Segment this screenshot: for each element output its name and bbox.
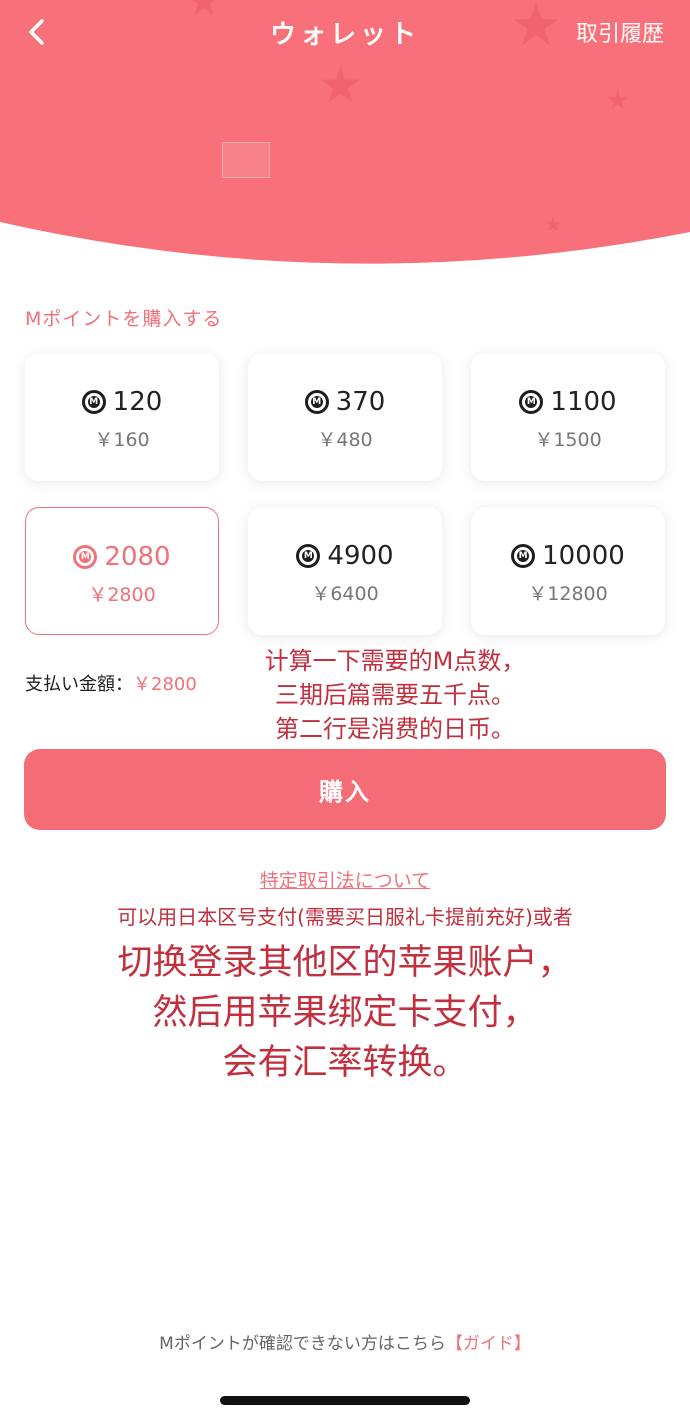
header-decoration	[222, 142, 270, 178]
annotation-note-2-small: 可以用日本区号支付(需要买日服礼卡提前充好)或者	[117, 905, 573, 929]
m-coin-icon: M	[511, 544, 536, 568]
price-value: ￥6400	[311, 583, 379, 605]
star-decoration: ★	[606, 86, 630, 116]
points-value: 10000	[542, 541, 625, 571]
star-decoration: ★	[318, 56, 363, 114]
price-value: ￥480	[317, 429, 373, 451]
home-indicator	[220, 1396, 470, 1405]
annotation-line: 计算一下需要的M点数，	[264, 647, 526, 675]
payment-amount-label: 支払い金額：	[25, 674, 133, 695]
annotation-line: 然后用苹果绑定卡支付，	[152, 993, 538, 1033]
points-value: 4900	[327, 541, 394, 571]
buy-button[interactable]: 購入	[24, 749, 666, 830]
point-package-card[interactable]: M 370 ￥480	[248, 353, 442, 481]
payment-amount: 支払い金額：￥2800	[25, 670, 197, 696]
footer-help: Mポイントが確認できない方はこちら【ガイド】	[0, 1329, 690, 1354]
m-coin-icon: M	[304, 390, 329, 414]
annotation-line: 切换登录其他区的苹果账户，	[117, 943, 573, 983]
transaction-history-link[interactable]: 取引履歴	[576, 16, 664, 48]
annotation-line: 三期后篇需要五千点。	[275, 681, 515, 709]
annotation-line: 会有汇率转换。	[222, 1043, 468, 1083]
m-coin-icon: M	[296, 544, 321, 568]
price-value: ￥12800	[528, 583, 608, 605]
price-value: ￥2800	[88, 584, 156, 606]
point-package-card[interactable]: M 10000 ￥12800	[471, 507, 665, 635]
price-value: ￥160	[94, 429, 150, 451]
specified-commercial-law-link[interactable]: 特定取引法について	[0, 866, 690, 893]
m-coin-icon: M	[519, 390, 544, 414]
guide-link[interactable]: 【ガイド】	[446, 1334, 531, 1354]
footer-help-text: Mポイントが確認できない方はこちら	[159, 1334, 446, 1354]
section-label: Mポイントを購入する	[25, 308, 223, 330]
payment-amount-value: ￥2800	[133, 674, 197, 695]
point-package-card[interactable]: M 120 ￥160	[25, 353, 219, 481]
m-coin-icon: M	[81, 390, 106, 414]
point-package-card[interactable]: M 4900 ￥6400	[248, 507, 442, 635]
points-value: 370	[335, 387, 386, 417]
annotation-note-1: 计算一下需要的M点数， 三期后篇需要五千点。 第二行是消费的日币。	[220, 644, 570, 746]
m-coin-icon: M	[73, 545, 98, 569]
points-value: 120	[112, 387, 163, 417]
point-package-card[interactable]: M 1100 ￥1500	[471, 353, 665, 481]
star-decoration: ★	[544, 212, 562, 236]
price-value: ￥1500	[534, 429, 602, 451]
points-value: 2080	[104, 542, 171, 572]
annotation-note-2: 切换登录其他区的苹果账户， 然后用苹果绑定卡支付， 会有汇率转换。	[45, 938, 645, 1088]
points-value: 1100	[550, 387, 617, 417]
point-package-card-selected[interactable]: M 2080 ￥2800	[25, 507, 219, 635]
annotation-line: 第二行是消费的日币。	[275, 715, 515, 743]
